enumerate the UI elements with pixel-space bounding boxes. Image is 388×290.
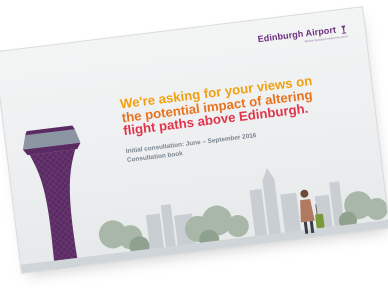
- city-skyline-illustration: [20, 168, 388, 273]
- consultation-booklet-cover: Edinburgh Airport Where Scotland meets t…: [0, 6, 388, 274]
